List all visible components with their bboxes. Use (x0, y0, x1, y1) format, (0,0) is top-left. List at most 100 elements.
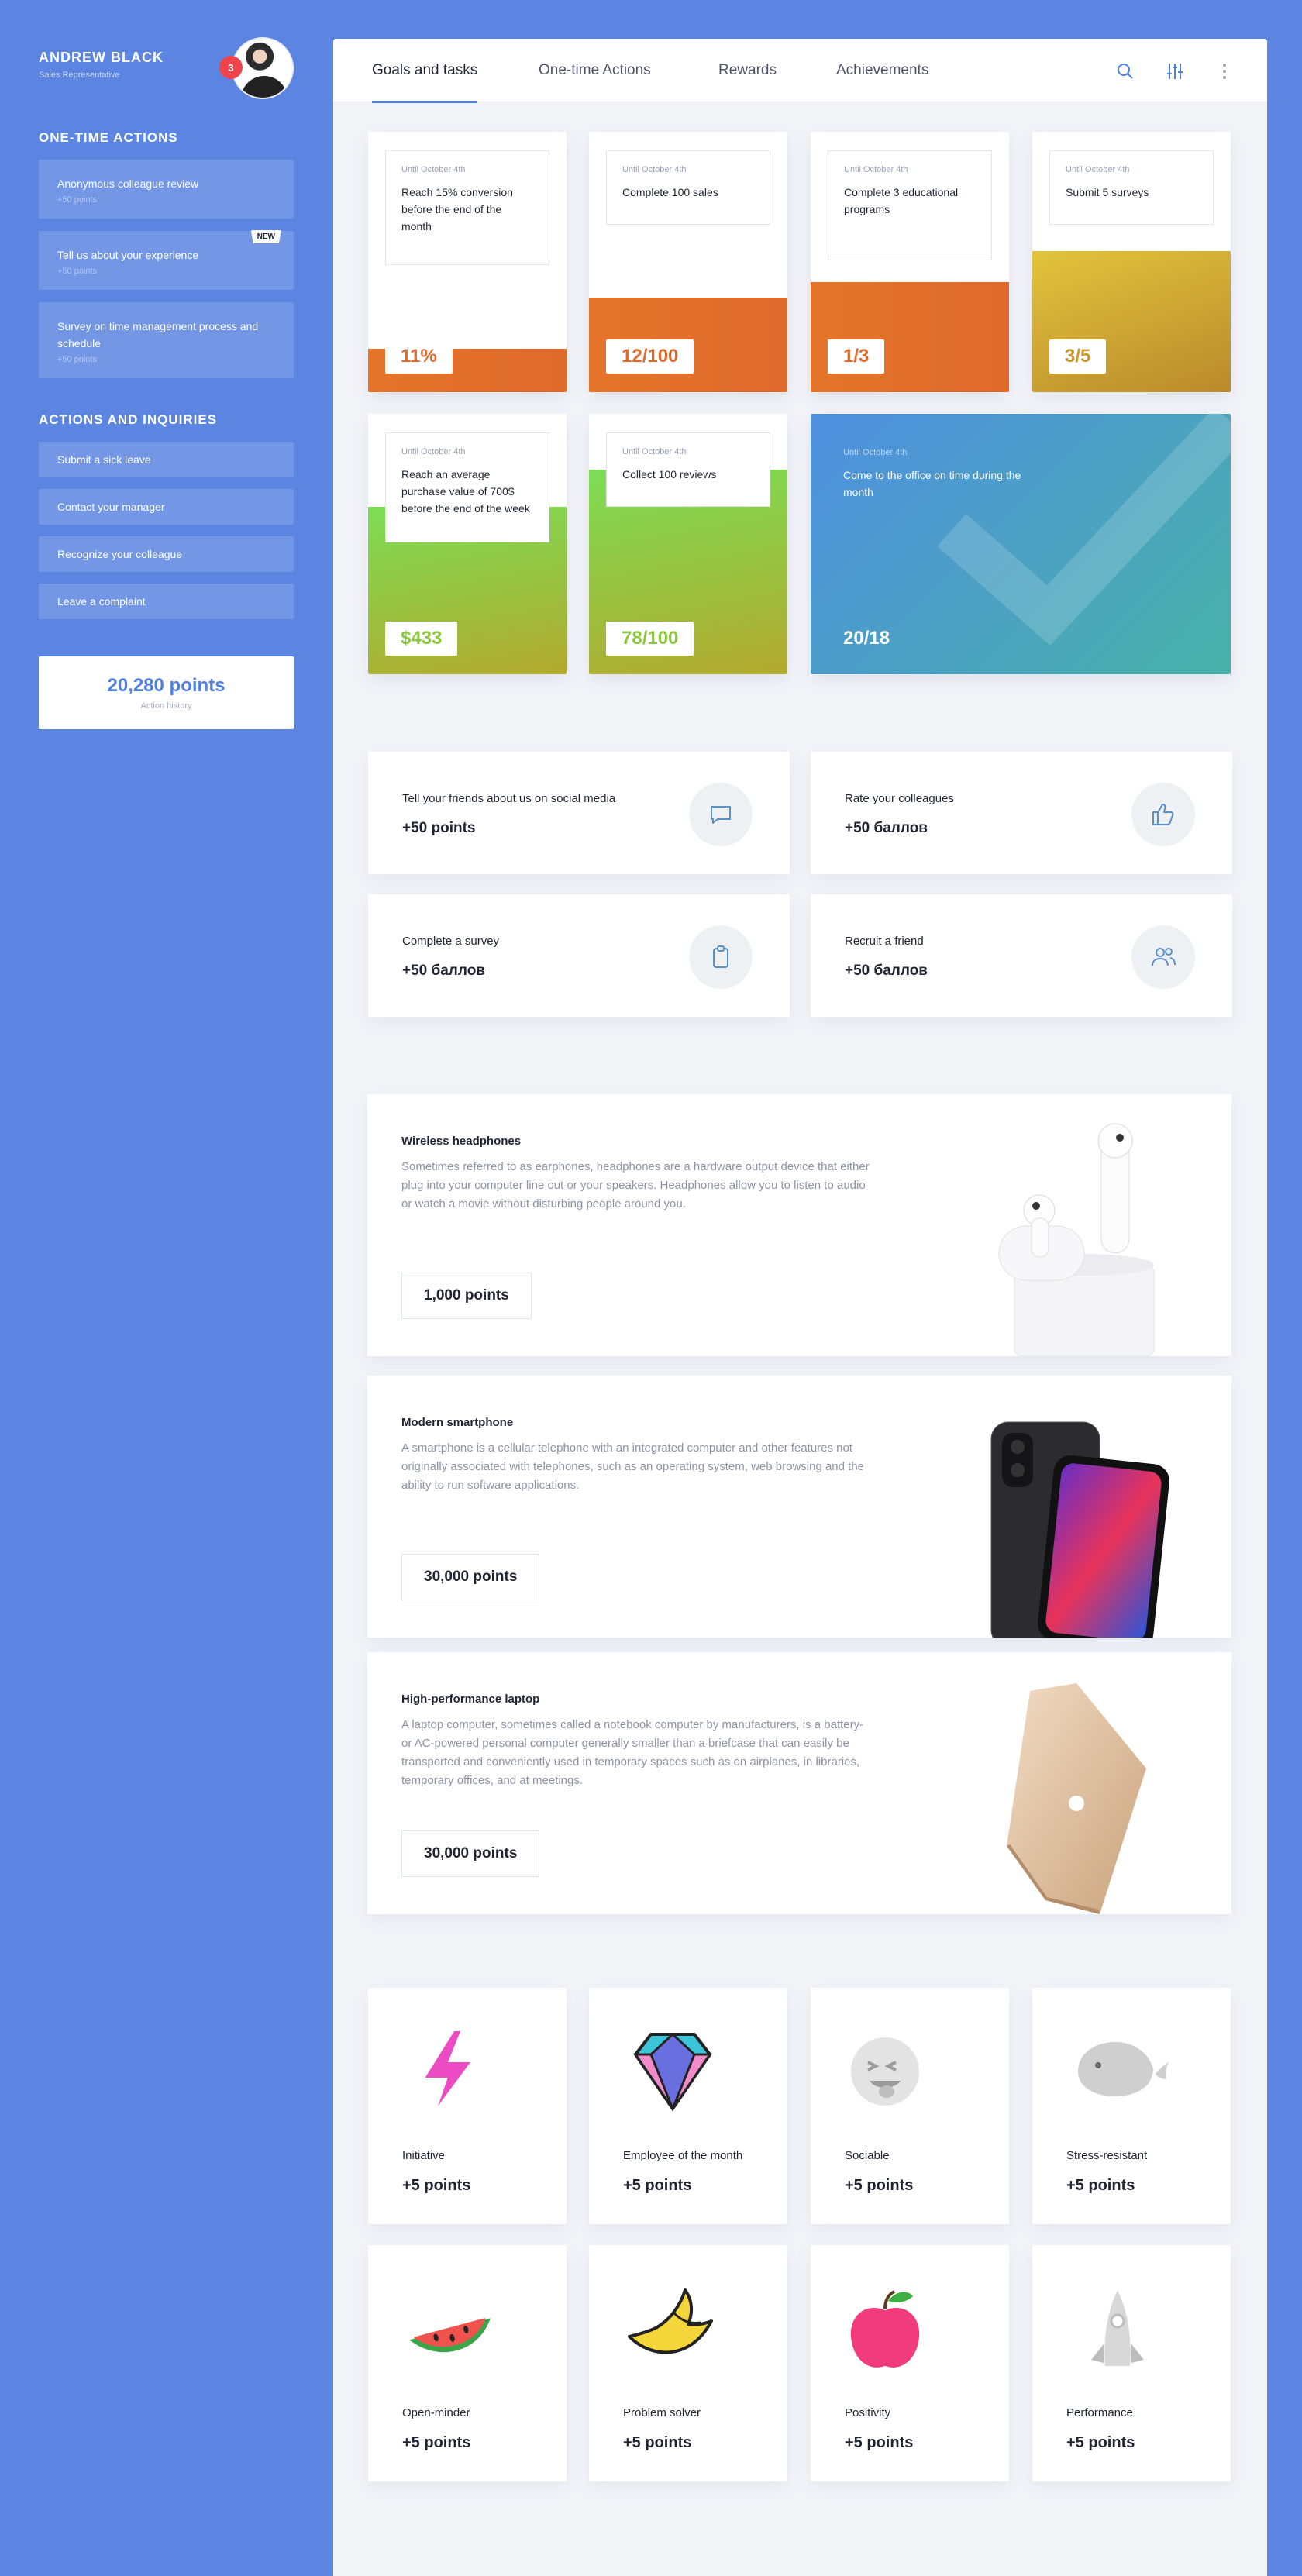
goal-details: Until October 4th Collect 100 reviews (606, 432, 770, 507)
goal-task: Come to the office on time during the mo… (843, 469, 1021, 498)
main-panel: Goals and tasks One-time Actions Rewards… (333, 39, 1267, 2576)
reward-description: A smartphone is a cellular telephone wit… (401, 1441, 865, 1492)
action-title: Complete a survey (402, 935, 500, 948)
goal-card-complete[interactable]: Until October 4th Come to the office on … (811, 414, 1231, 674)
laptop-image (1007, 1683, 1146, 1914)
achievement-card[interactable]: Employee of the month +5 points (589, 1988, 787, 2224)
smartphone-image (990, 1421, 1169, 1638)
goal-value: $433 (385, 622, 458, 656)
points-summary[interactable]: 20,280 points Action history (39, 656, 294, 729)
one-time-action-item[interactable]: NEW Tell us about your experience +50 po… (39, 230, 294, 290)
achievement-points: +5 points (623, 2177, 692, 2194)
top-bar: Goals and tasks One-time Actions Rewards… (333, 39, 1267, 103)
reward-card[interactable]: High-performance laptop A laptop compute… (367, 1652, 1231, 1914)
goal-card[interactable]: Until October 4th Reach 15% conversion b… (368, 132, 567, 392)
goal-task: Submit 5 surveys (1066, 186, 1149, 198)
achievement-name: Problem solver (623, 2406, 701, 2419)
new-badge: NEW (250, 230, 281, 243)
achievement-name: Initiative (402, 2149, 446, 2162)
achievement-points: +5 points (1066, 2177, 1135, 2194)
achievement-points: +5 points (402, 2434, 471, 2451)
inquiry-complaint[interactable]: Leave a complaint (39, 584, 294, 619)
goal-deadline: Until October 4th (1066, 165, 1130, 174)
achievement-card[interactable]: Open-minder +5 points (368, 2245, 567, 2481)
achievement-card[interactable]: Stress-resistant +5 points (1032, 1988, 1231, 2224)
one-time-action-item[interactable]: Survey on time management process and sc… (39, 302, 294, 378)
reward-name: Wireless headphones (401, 1135, 522, 1148)
action-points: +50 баллов (845, 963, 928, 979)
action-card[interactable]: Recruit a friend +50 баллов (811, 894, 1232, 1017)
tab-achievements[interactable]: Achievements (836, 62, 928, 102)
reward-price-button[interactable]: 1,000 points (401, 1273, 532, 1319)
goal-card[interactable]: Until October 4th Collect 100 reviews 78… (589, 414, 787, 674)
points-total: 20,280 points (107, 675, 226, 696)
search-icon[interactable] (1114, 60, 1136, 82)
action-title: Tell your friends about us on social med… (402, 792, 616, 805)
goal-deadline: Until October 4th (622, 165, 687, 174)
chat-icon (689, 783, 753, 846)
inquiry-sick-leave[interactable]: Submit a sick leave (39, 442, 294, 477)
reward-price-button[interactable]: 30,000 points (401, 1830, 540, 1877)
achievement-card[interactable]: Performance +5 points (1032, 2245, 1231, 2481)
reward-name: Modern smartphone (401, 1416, 514, 1429)
achievement-points: +5 points (402, 2177, 471, 2194)
achievement-name: Sociable (845, 2149, 890, 2162)
inquiry-contact-manager[interactable]: Contact your manager (39, 489, 294, 525)
reward-card[interactable]: Wireless headphones Sometimes referred t… (367, 1094, 1231, 1356)
rocket-icon (1091, 2283, 1144, 2369)
action-title: Rate your colleagues (845, 792, 954, 805)
tab-one-time-actions[interactable]: One-time Actions (539, 62, 651, 102)
thumbs-up-icon (1132, 783, 1195, 846)
goal-value: 78/100 (606, 622, 694, 656)
whale-icon (1074, 2038, 1176, 2100)
goal-value: 3/5 (1049, 339, 1107, 374)
notification-badge[interactable]: 3 (219, 56, 243, 79)
action-card[interactable]: Rate your colleagues +50 баллов (811, 752, 1232, 874)
goal-value: 11% (385, 339, 453, 374)
tab-rewards[interactable]: Rewards (718, 62, 777, 102)
tab-goals[interactable]: Goals and tasks (372, 62, 478, 103)
lightning-icon (419, 2028, 477, 2116)
reward-description: A laptop computer, sometimes called a no… (401, 1718, 864, 1787)
reward-card[interactable]: Modern smartphone A smartphone is a cell… (367, 1376, 1231, 1638)
achievement-card[interactable]: Positivity +5 points (811, 2245, 1009, 2481)
diamond-icon (633, 2032, 712, 2113)
achievement-name: Employee of the month (623, 2149, 743, 2162)
goal-details: Until October 4th Complete 100 sales (606, 150, 770, 225)
inquiry-recognize-colleague[interactable]: Recognize your colleague (39, 536, 294, 572)
achievement-card[interactable]: Sociable +5 points (811, 1988, 1009, 2224)
achievement-card[interactable]: Problem solver +5 points (589, 2245, 787, 2481)
action-card[interactable]: Tell your friends about us on social med… (368, 752, 790, 874)
more-vertical-icon[interactable] (1214, 60, 1235, 82)
achievement-name: Stress-resistant (1066, 2149, 1148, 2162)
goal-deadline: Until October 4th (622, 447, 687, 456)
one-time-action-item[interactable]: Anonymous colleague review +50 points (39, 160, 294, 219)
goal-deadline: Until October 4th (844, 165, 908, 174)
goal-card[interactable]: Until October 4th Complete 100 sales 12/… (589, 132, 787, 392)
achievement-name: Positivity (845, 2406, 891, 2419)
goal-details: Until October 4th Come to the office on … (843, 448, 1029, 501)
goal-card[interactable]: Until October 4th Submit 5 surveys 3/5 (1032, 132, 1231, 392)
reward-price-button[interactable]: 30,000 points (401, 1554, 540, 1600)
action-points: +50 points (402, 820, 476, 836)
achievement-points: +5 points (1066, 2434, 1135, 2451)
profile: ANDREW BLACK Sales Representative 3 (39, 37, 294, 99)
achievement-card[interactable]: Initiative +5 points (368, 1988, 567, 2224)
action-history-link[interactable]: Action history (39, 701, 294, 711)
sliders-icon[interactable] (1164, 60, 1186, 82)
item-points: +50 points (57, 195, 98, 205)
item-title: Survey on time management process and sc… (57, 320, 259, 350)
item-title: Anonymous colleague review (57, 177, 199, 190)
action-points: +50 баллов (402, 963, 485, 979)
airpods-image (998, 1123, 1155, 1356)
goal-task: Reach 15% conversion before the end of t… (401, 186, 513, 232)
watermelon-icon (402, 2313, 495, 2356)
goal-task: Complete 100 sales (622, 186, 718, 198)
goal-value: 20/18 (843, 628, 890, 649)
action-card[interactable]: Complete a survey +50 баллов (368, 894, 790, 1017)
achievement-name: Open-minder (402, 2406, 470, 2419)
one-time-actions-title: ONE-TIME ACTIONS (39, 130, 178, 145)
goal-card[interactable]: Until October 4th Reach an average purch… (368, 414, 567, 674)
goal-card[interactable]: Until October 4th Complete 3 educational… (811, 132, 1009, 392)
item-points: +50 points (57, 267, 98, 276)
